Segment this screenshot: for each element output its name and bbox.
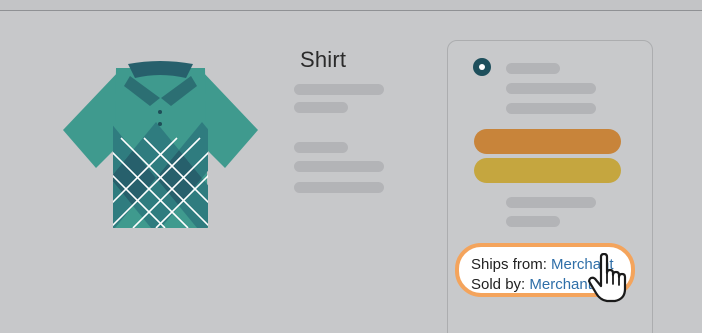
text-placeholder bbox=[294, 161, 384, 172]
ships-from-label: Ships from: bbox=[471, 256, 547, 273]
product-page: Shirt Ships from: Merchant Sold by: Merc… bbox=[0, 0, 702, 333]
product-title: Shirt bbox=[300, 47, 347, 72]
radio-selected-icon[interactable] bbox=[473, 58, 491, 76]
buy-now-button[interactable] bbox=[474, 158, 621, 183]
hand-pointer-icon bbox=[588, 253, 627, 303]
text-placeholder bbox=[294, 182, 384, 193]
shirt-icon bbox=[63, 61, 258, 228]
text-placeholder bbox=[506, 83, 596, 94]
browser-top-edge bbox=[0, 0, 702, 11]
text-placeholder bbox=[506, 103, 596, 114]
text-placeholder bbox=[506, 63, 560, 74]
sold-by-merchant-link[interactable]: Merchant bbox=[529, 276, 592, 293]
add-to-cart-button[interactable] bbox=[474, 129, 621, 154]
product-image bbox=[58, 58, 263, 238]
text-placeholder bbox=[506, 197, 596, 208]
sold-by-label: Sold by: bbox=[471, 276, 526, 293]
text-placeholder bbox=[294, 84, 384, 95]
text-placeholder bbox=[294, 142, 348, 153]
text-placeholder bbox=[506, 216, 560, 227]
text-placeholder bbox=[294, 102, 348, 113]
